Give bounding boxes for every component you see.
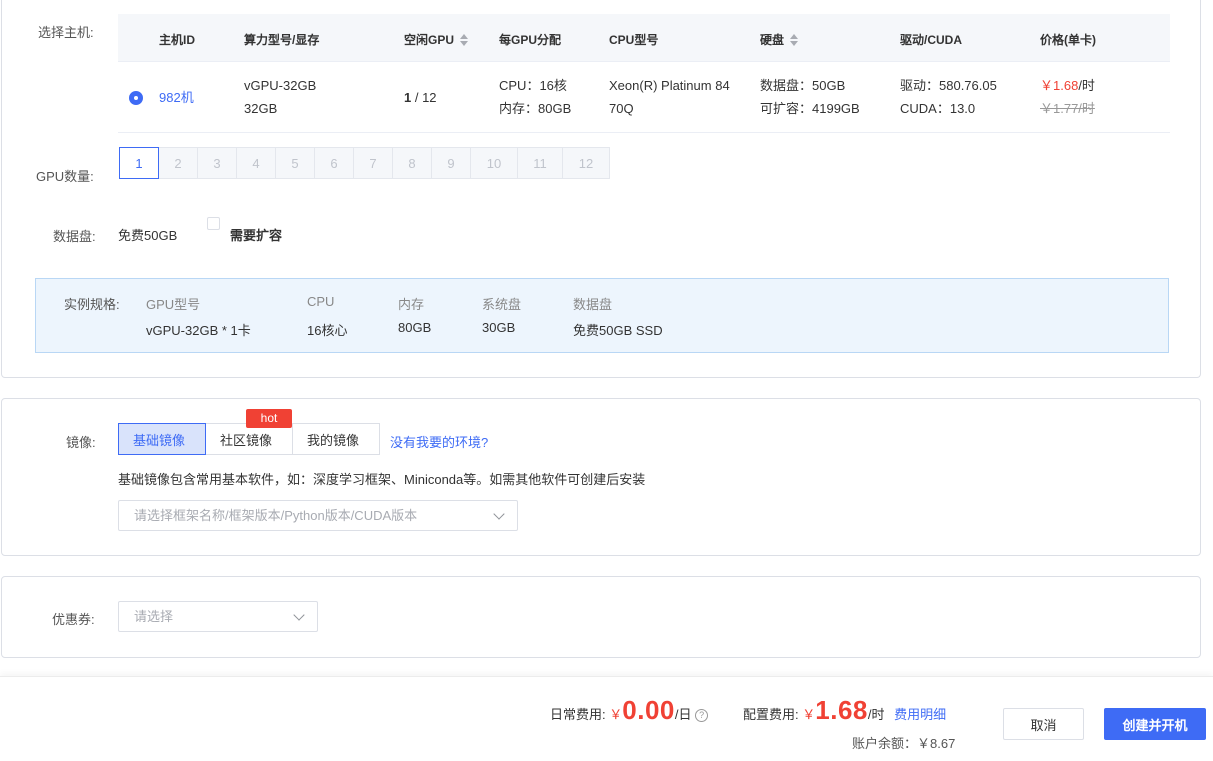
- create-and-start-button[interactable]: 创建并开机: [1104, 708, 1206, 740]
- cpu-model-line1: Xeon(R) Platinum 84: [609, 78, 730, 93]
- col-disk-label: 硬盘: [760, 33, 785, 47]
- host-radio-selected[interactable]: [129, 91, 143, 105]
- gpu-count-option[interactable]: 6: [315, 147, 354, 179]
- gpu-count-option[interactable]: 4: [237, 147, 276, 179]
- tab-my-image[interactable]: 我的镜像: [292, 423, 380, 455]
- gpu-count-option[interactable]: 10: [471, 147, 518, 179]
- spec-cpu-value: 16核心: [307, 323, 348, 338]
- price: ￥1.68/时: [1040, 74, 1095, 97]
- cost-detail-link[interactable]: 费用明细: [894, 707, 946, 722]
- account-balance: 账户余额：￥8.67: [852, 736, 956, 751]
- config-unit: /时: [867, 707, 885, 722]
- gpu-count-selector: 1 2 3 4 5 6 7 8 9 10 11 12: [119, 147, 610, 179]
- expandable-disk: 可扩容：4199GB: [760, 101, 860, 116]
- col-driver: 驱动/CUDA: [900, 33, 962, 47]
- hot-badge: hot: [246, 409, 292, 428]
- coupon-select[interactable]: 请选择: [118, 601, 318, 632]
- host-id[interactable]: 982机: [159, 86, 194, 109]
- price-unit: /时: [1078, 78, 1095, 93]
- coupon-section: 优惠券: 请选择: [1, 576, 1201, 658]
- daily-amount: 0.00: [622, 695, 675, 725]
- col-price: 价格(单卡): [1040, 33, 1096, 47]
- expand-label[interactable]: 需要扩容: [230, 225, 282, 244]
- gpu-count-option[interactable]: 12: [563, 147, 610, 179]
- daily-currency: ￥: [609, 707, 623, 722]
- spec-data-key: 数据盘: [573, 297, 613, 312]
- config-amount: 1.68: [815, 695, 868, 725]
- gpu-count-option[interactable]: 8: [393, 147, 432, 179]
- gpu-count-option[interactable]: 11: [518, 147, 563, 179]
- footer-bar: 日常费用: ￥0.00/日 ? 配置费用: ￥1.68/时 费用明细 账户余额：…: [0, 676, 1213, 761]
- chevron-down-icon: [293, 609, 305, 621]
- data-disk: 数据盘：50GB: [760, 78, 846, 93]
- cuda-version: CUDA：13.0: [900, 101, 976, 116]
- config-cost-label: 配置费用:: [743, 707, 799, 722]
- free-gpu-total: / 12: [411, 90, 437, 105]
- coupon-select-placeholder: 请选择: [134, 609, 174, 624]
- spec-cpu-key: CPU: [307, 294, 335, 309]
- col-per-gpu: 每GPU分配: [499, 33, 562, 47]
- host-section: 选择主机: 主机ID 算力型号/显存 空闲GPU 每GPU分配 CPU型号 硬盘…: [1, 0, 1201, 378]
- col-cpu-model: CPU型号: [609, 33, 659, 47]
- col-free-gpu[interactable]: 空闲GPU: [404, 31, 469, 48]
- sort-icon[interactable]: [460, 33, 469, 46]
- config-currency: ￥: [802, 707, 816, 722]
- spec-sys-value: 30GB: [482, 320, 516, 335]
- expand-checkbox[interactable]: [207, 217, 220, 230]
- spec-mem-value: 80GB: [398, 320, 432, 335]
- spec-sys-key: 系统盘: [482, 297, 522, 312]
- gpu-count-option[interactable]: 9: [432, 147, 471, 179]
- col-host-id: 主机ID: [159, 33, 196, 47]
- cancel-button[interactable]: 取消: [1003, 708, 1084, 740]
- host-table-header: 主机ID 算力型号/显存 空闲GPU 每GPU分配 CPU型号 硬盘 驱动/CU…: [118, 14, 1170, 62]
- host-label: 选择主机:: [38, 25, 94, 40]
- coupon-label: 优惠券:: [52, 612, 95, 627]
- spec-mem-key: 内存: [398, 297, 425, 312]
- config-cost: 配置费用: ￥1.68/时 费用明细: [743, 695, 946, 726]
- image-select[interactable]: 请选择框架名称/框架版本/Python版本/CUDA版本: [118, 500, 518, 531]
- per-gpu-mem: 内存：80GB: [499, 101, 572, 116]
- driver-version: 驱动：580.76.05: [900, 78, 997, 93]
- image-select-placeholder: 请选择框架名称/框架版本/Python版本/CUDA版本: [134, 508, 418, 523]
- price-value: ￥1.68: [1040, 78, 1079, 93]
- per-gpu-cpu: CPU：16核: [499, 78, 567, 93]
- data-disk-label: 数据盘:: [53, 229, 96, 244]
- col-free-gpu-label: 空闲GPU: [404, 33, 455, 47]
- data-disk-free: 免费50GB: [118, 228, 178, 243]
- vram: 32GB: [244, 101, 278, 116]
- daily-cost: 日常费用: ￥0.00/日 ?: [550, 695, 709, 726]
- gpu-count-option[interactable]: 7: [354, 147, 393, 179]
- gpu-model: vGPU-32GB: [244, 78, 317, 93]
- help-icon[interactable]: ?: [695, 709, 709, 723]
- missing-env-link[interactable]: 没有我要的环境?: [390, 432, 488, 451]
- spec-data-value: 免费50GB SSD: [573, 323, 663, 338]
- image-section: 镜像: hot 基础镜像 社区镜像 我的镜像 没有我要的环境? 基础镜像包含常用…: [1, 398, 1201, 556]
- image-description: 基础镜像包含常用基本软件，如：深度学习框架、Miniconda等。如需其他软件可…: [118, 472, 646, 487]
- spec-label: 实例规格:: [64, 297, 120, 312]
- gpu-count-label: GPU数量:: [36, 169, 94, 184]
- daily-cost-label: 日常费用:: [550, 707, 606, 722]
- image-label: 镜像:: [66, 435, 96, 450]
- col-disk[interactable]: 硬盘: [760, 31, 799, 48]
- free-gpu: 1 / 12: [404, 86, 437, 109]
- instance-spec-box: 实例规格: GPU型号 vGPU-32GB * 1卡 CPU 16核心 内存 8…: [35, 278, 1169, 353]
- gpu-count-option[interactable]: 2: [159, 147, 198, 179]
- sort-icon[interactable]: [790, 33, 799, 46]
- spec-gpu-value: vGPU-32GB * 1卡: [146, 323, 251, 338]
- gpu-count-option[interactable]: 3: [198, 147, 237, 179]
- chevron-down-icon: [493, 508, 505, 520]
- gpu-count-option[interactable]: 5: [276, 147, 315, 179]
- daily-unit: /日: [674, 707, 692, 722]
- tab-basic-image[interactable]: 基础镜像: [118, 423, 206, 455]
- col-gpu-model: 算力型号/显存: [244, 33, 320, 47]
- cpu-model-line2: 70Q: [609, 101, 634, 116]
- spec-gpu-key: GPU型号: [146, 297, 201, 312]
- table-row[interactable]: 982机 vGPU-32GB 32GB 1 / 12 CPU：16核 内存：80…: [118, 62, 1170, 133]
- old-price: ￥1.77/时: [1040, 101, 1095, 116]
- gpu-count-option[interactable]: 1: [119, 147, 159, 179]
